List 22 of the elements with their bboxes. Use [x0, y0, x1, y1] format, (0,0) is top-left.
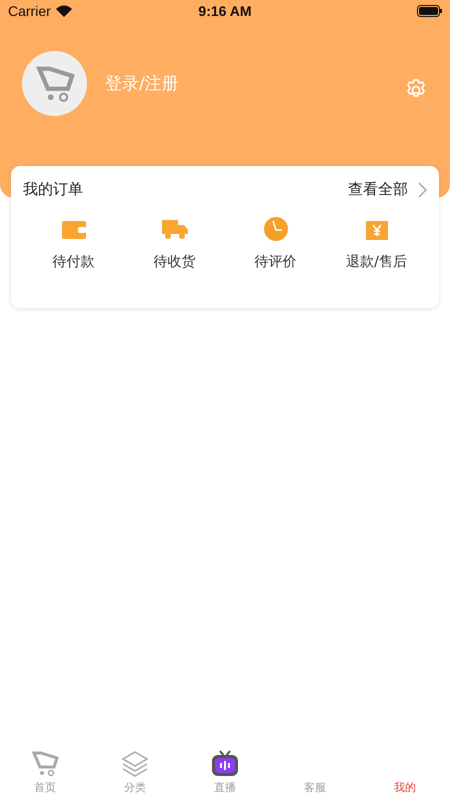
- layers-icon: [121, 749, 149, 777]
- tab-bar-item[interactable]: 分类: [90, 749, 180, 799]
- tab-bar-item[interactable]: 直播: [180, 749, 270, 799]
- order-status-button[interactable]: 待收货: [124, 217, 225, 271]
- battery-icon: [417, 5, 442, 17]
- chevron-right-icon: [418, 182, 427, 198]
- truck-icon: [160, 218, 188, 240]
- orders-title: 我的订单: [23, 180, 83, 199]
- carrier-name: Carrier: [8, 3, 51, 19]
- order-status-button[interactable]: 退款/售后: [326, 217, 427, 271]
- wifi-icon: [56, 5, 72, 17]
- view-all-button[interactable]: 查看全部: [348, 180, 427, 199]
- order-status-button[interactable]: 待付款: [23, 217, 124, 271]
- clock-icon: [264, 217, 288, 241]
- tv-icon: [211, 749, 239, 777]
- tab-bar-item[interactable]: 首页: [0, 749, 90, 799]
- cart-logo-icon: [31, 749, 59, 777]
- order-status-button[interactable]: 待评价: [225, 217, 326, 271]
- clock-time: 9:16 AM: [198, 3, 252, 19]
- wallet-icon: [60, 218, 86, 240]
- tab-bar-item[interactable]: 客服: [270, 749, 360, 799]
- tab-bar-item[interactable]: 我的: [360, 749, 450, 799]
